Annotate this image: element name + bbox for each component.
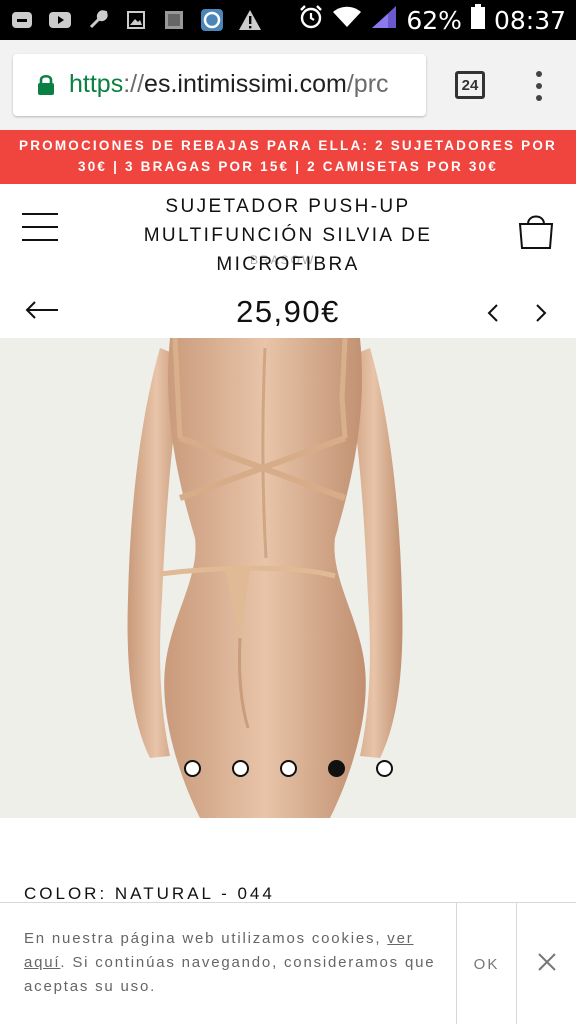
status-bar-notification-icons bbox=[10, 6, 262, 34]
cookie-close-button[interactable] bbox=[517, 903, 576, 1024]
gallery-dot[interactable] bbox=[232, 760, 249, 777]
url-host: es.intimissimi.com bbox=[144, 70, 347, 98]
close-icon bbox=[537, 952, 557, 977]
url-path: /prc bbox=[346, 70, 389, 98]
product-price: 25,90€ bbox=[236, 294, 340, 329]
product-title: SUJETADOR PUSH-UP MULTIFUNCIÓN SILVIA DE… bbox=[120, 192, 456, 279]
signal-icon bbox=[370, 4, 398, 36]
promo-line-2: 30€ | 3 BRAGAS POR 15€ | 2 CAMISETAS POR… bbox=[78, 159, 498, 174]
product-color-label: COLOR: NATURAL - 044 bbox=[24, 884, 275, 903]
wifi-icon bbox=[332, 5, 362, 35]
gallery-dot[interactable] bbox=[184, 760, 201, 777]
hamburger-menu-icon[interactable] bbox=[22, 213, 58, 241]
cookie-text-after-link: . Si continúas navegando, consideramos q… bbox=[24, 954, 436, 995]
lock-icon bbox=[37, 74, 55, 101]
product-image[interactable] bbox=[0, 338, 576, 818]
status-bar-system-icons: 62% 08:37 bbox=[298, 0, 566, 40]
shopping-bag-icon[interactable] bbox=[516, 212, 556, 257]
product-title-line-2: MULTIFUNCIÓN SILVIA DE bbox=[143, 225, 433, 246]
menu-dot bbox=[536, 71, 542, 77]
url-text[interactable]: https://es.intimissimi.com/prc bbox=[69, 70, 389, 99]
menu-dot bbox=[536, 95, 542, 101]
alarm-icon bbox=[298, 4, 324, 36]
battery-icon bbox=[470, 4, 486, 36]
gallery-dot[interactable] bbox=[280, 760, 297, 777]
product-title-line-3: MICROFIBRA bbox=[216, 254, 360, 275]
media-icon bbox=[162, 8, 186, 32]
address-bar[interactable]: https://es.intimissimi.com/prc bbox=[13, 54, 426, 116]
hamburger-bar bbox=[22, 239, 58, 241]
browser-toolbar: https://es.intimissimi.com/prc 24 bbox=[0, 40, 576, 130]
image-icon bbox=[124, 8, 148, 32]
back-arrow-icon[interactable] bbox=[24, 298, 60, 327]
promo-line-1: PROMOCIONES DE REBAJAS PARA ELLA: 2 SUJE… bbox=[18, 138, 557, 153]
chevron-right-icon[interactable] bbox=[534, 302, 548, 329]
menu-dot bbox=[536, 83, 542, 89]
promo-banner[interactable]: PROMOCIONES DE REBAJAS PARA ELLA: 2 SUJE… bbox=[0, 130, 576, 184]
gallery-dot-active[interactable] bbox=[328, 760, 345, 777]
hamburger-bar bbox=[22, 213, 58, 215]
hamburger-bar bbox=[22, 226, 58, 228]
cookie-ok-button[interactable]: OK bbox=[456, 903, 517, 1024]
wrench-icon bbox=[86, 8, 110, 32]
notification-icon bbox=[10, 8, 34, 32]
youtube-icon bbox=[48, 8, 72, 32]
tab-switcher-button[interactable]: 24 bbox=[455, 71, 485, 99]
product-title-line-1: SUJETADOR PUSH-UP bbox=[165, 196, 411, 217]
battery-percent: 62% bbox=[406, 5, 462, 35]
gallery-dot[interactable] bbox=[376, 760, 393, 777]
cookie-message: En nuestra página web utilizamos cookies… bbox=[24, 927, 444, 999]
gallery-pagination bbox=[0, 760, 576, 778]
url-scheme: https bbox=[69, 70, 124, 98]
chevron-left-icon[interactable] bbox=[486, 302, 500, 329]
model-figure-illustration bbox=[127, 338, 403, 818]
cookie-text-before-link: En nuestra página web utilizamos cookies… bbox=[24, 930, 382, 947]
browser-app-icon bbox=[200, 8, 224, 32]
browser-menu-button[interactable] bbox=[528, 68, 550, 104]
warning-icon bbox=[238, 8, 262, 32]
clock: 08:37 bbox=[493, 5, 566, 35]
cookie-banner: En nuestra página web utilizamos cookies… bbox=[0, 902, 576, 1024]
status-bar: 62% 08:37 bbox=[0, 0, 576, 40]
url-separator: :// bbox=[123, 70, 145, 98]
